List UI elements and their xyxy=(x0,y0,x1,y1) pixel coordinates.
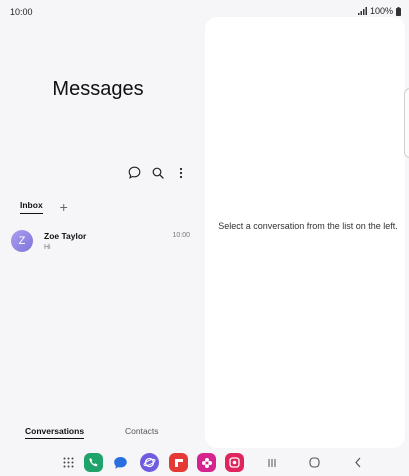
phone-icon xyxy=(84,453,103,472)
conversation-time: 10:00 xyxy=(172,232,190,239)
status-indicators: 100% xyxy=(357,6,401,16)
avatar[interactable]: Z xyxy=(11,230,33,252)
home-icon xyxy=(309,457,320,468)
conversation-list-pane: Messages Inbox + Z Zoe Taylor Hi 10:00 C… xyxy=(0,24,204,448)
conversation-preview: Hi xyxy=(44,244,51,251)
battery-icon xyxy=(396,6,401,16)
internet-app[interactable] xyxy=(140,453,159,472)
edge-panel-handle[interactable] xyxy=(404,88,409,158)
phone-app[interactable] xyxy=(84,453,103,472)
recents-icon xyxy=(268,458,275,467)
flipboard-icon xyxy=(169,453,188,472)
list-toolbar xyxy=(127,165,188,180)
page-title: Messages xyxy=(52,78,144,100)
screen-recorder-app[interactable] xyxy=(225,453,244,472)
more-options-button[interactable] xyxy=(173,165,188,180)
bottom-tabs: Conversations Contacts xyxy=(0,426,204,446)
messages-app[interactable] xyxy=(111,453,130,472)
add-category-button[interactable]: + xyxy=(60,200,68,214)
blossom-icon xyxy=(197,453,216,472)
tab-inbox[interactable]: Inbox xyxy=(20,200,43,214)
apps-grid-icon xyxy=(63,457,74,468)
messages-icon xyxy=(111,453,130,472)
home-button[interactable] xyxy=(305,453,324,472)
conversation-item[interactable]: Z Zoe Taylor Hi 10:00 xyxy=(10,226,192,258)
search-icon xyxy=(152,167,164,179)
battery-percent: 100% xyxy=(369,6,393,16)
new-chat-button[interactable] xyxy=(127,165,142,180)
status-time: 10:00 xyxy=(10,7,33,17)
apps-button[interactable] xyxy=(59,453,78,472)
recents-button[interactable] xyxy=(262,453,281,472)
screen-recorder-icon xyxy=(225,453,244,472)
category-tabs: Inbox + xyxy=(20,200,68,214)
conversation-name: Zoe Taylor xyxy=(44,231,87,241)
back-button[interactable] xyxy=(348,453,367,472)
search-button[interactable] xyxy=(150,165,165,180)
tab-contacts[interactable]: Contacts xyxy=(125,426,159,436)
conversation-detail-pane: Select a conversation from the list on t… xyxy=(205,17,405,448)
internet-icon xyxy=(140,453,159,472)
blossom-app[interactable] xyxy=(197,453,216,472)
new-chat-icon xyxy=(128,166,141,179)
back-icon xyxy=(354,457,360,468)
empty-state-message: Select a conversation from the list on t… xyxy=(218,221,398,231)
navigation-bar xyxy=(0,450,409,476)
more-options-icon xyxy=(179,167,182,178)
signal-icon xyxy=(357,7,367,15)
flipboard-app[interactable] xyxy=(169,453,188,472)
tab-conversations[interactable]: Conversations xyxy=(25,426,85,439)
